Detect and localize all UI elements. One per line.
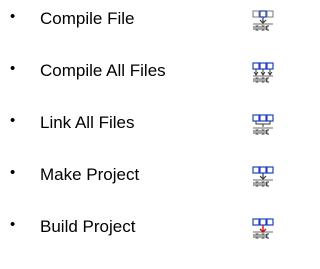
legend-label: Compile File (40, 9, 135, 28)
legend-label: Compile All Files (40, 61, 166, 80)
bullet: • (10, 164, 16, 181)
build-project-icon (252, 217, 274, 239)
bullet: • (10, 216, 16, 233)
bullet: • (10, 60, 16, 77)
compile-file-icon (252, 9, 274, 31)
legend-label: Build Project (40, 217, 136, 236)
bullet: • (10, 112, 16, 129)
bullet: • (10, 8, 16, 25)
legend-item-make-project: • Make Project (0, 164, 302, 217)
make-project-icon (252, 165, 274, 187)
link-all-files-icon (252, 113, 274, 135)
toolbar-legend: • Compile File • Compile All Files • Lin… (0, 0, 302, 262)
legend-item-compile-all-files: • Compile All Files (0, 60, 302, 113)
legend-label: Make Project (40, 165, 140, 184)
legend-item-build-project: • Build Project (0, 216, 302, 269)
legend-item-compile-file: • Compile File (0, 8, 302, 61)
compile-all-files-icon (252, 61, 274, 83)
legend-label: Link All Files (40, 113, 135, 132)
legend-item-link-all-files: • Link All Files (0, 112, 302, 165)
